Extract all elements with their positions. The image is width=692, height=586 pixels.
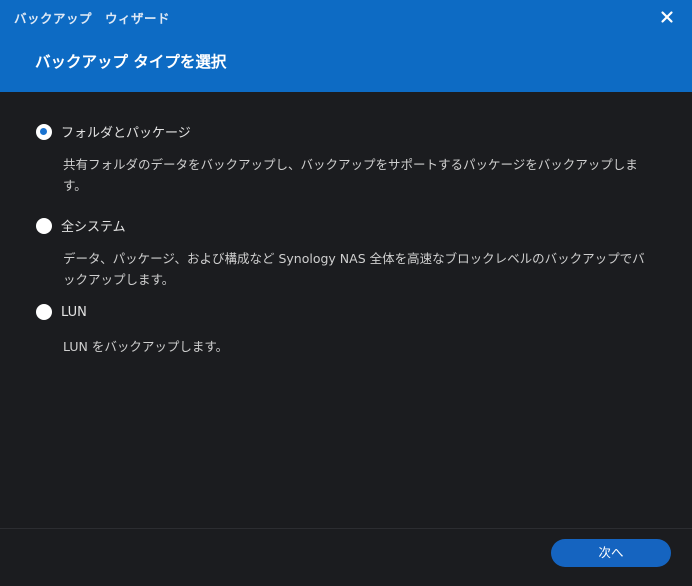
next-button[interactable]: 次へ: [551, 539, 671, 567]
option-row[interactable]: 全システム: [36, 216, 126, 235]
option-row[interactable]: LUN: [36, 304, 87, 320]
backup-wizard-window: バックアップ ウィザード バックアップ タイプを選択 フォルダとパッケージ 共有…: [0, 0, 692, 586]
option-description: データ、パッケージ、および構成など Synology NAS 全体を高速なブロッ…: [63, 251, 645, 287]
option-label: LUN: [61, 304, 87, 320]
option-lun[interactable]: LUN: [36, 304, 87, 320]
option-description: 共有フォルダのデータをバックアップし、バックアップをサポートするパッケージをバッ…: [63, 157, 638, 193]
close-button[interactable]: [656, 6, 678, 28]
wizard-title: バックアップ ウィザード: [14, 11, 171, 26]
close-icon: [661, 11, 673, 23]
option-label: フォルダとパッケージ: [61, 126, 191, 141]
option-label: 全システム: [61, 220, 126, 235]
option-folders-and-packages[interactable]: フォルダとパッケージ: [36, 122, 191, 141]
option-entire-system[interactable]: 全システム: [36, 216, 126, 235]
wizard-footer: 次へ: [0, 528, 692, 586]
radio-lun[interactable]: [36, 304, 52, 320]
option-row[interactable]: フォルダとパッケージ: [36, 122, 191, 141]
page-title: バックアップ タイプを選択: [35, 53, 227, 71]
option-description: LUN をバックアップします。: [63, 339, 229, 354]
wizard-header: バックアップ ウィザード バックアップ タイプを選択: [0, 0, 692, 92]
radio-folders-and-packages[interactable]: [36, 123, 52, 140]
radio-entire-system[interactable]: [36, 217, 52, 234]
